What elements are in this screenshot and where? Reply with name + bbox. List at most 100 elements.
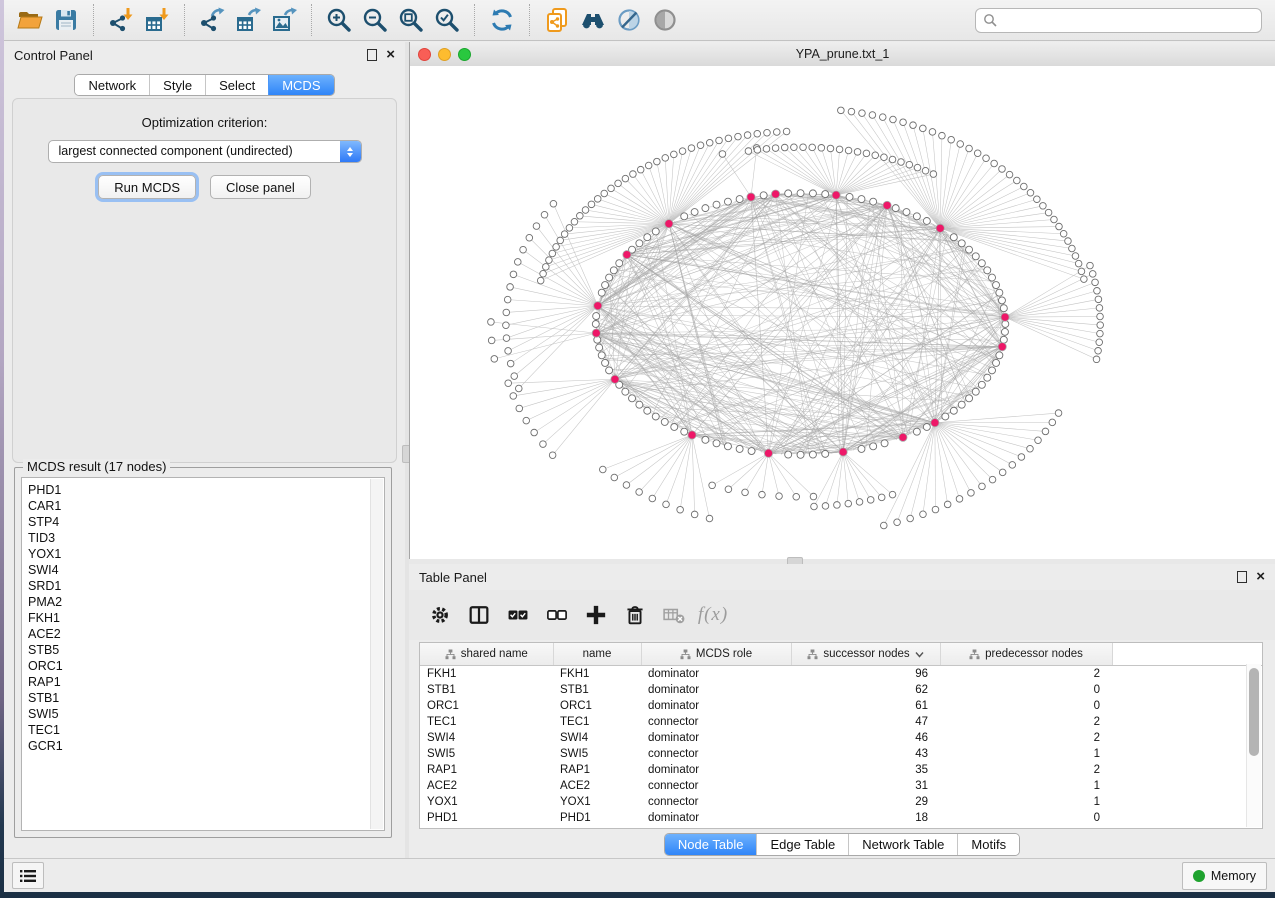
- mcds-result-item[interactable]: STP4: [22, 514, 384, 530]
- show-columns-icon[interactable]: [464, 601, 494, 629]
- table-row[interactable]: ACE2ACE2connector311: [420, 778, 1262, 794]
- tab-edge-table[interactable]: Edge Table: [756, 834, 848, 855]
- mcds-result-item[interactable]: PHD1: [22, 482, 384, 498]
- status-list-button[interactable]: [12, 862, 44, 889]
- optimization-criterion-dropdown[interactable]: largest connected component (undirected): [48, 140, 362, 163]
- tab-select[interactable]: Select: [205, 75, 268, 95]
- search-input[interactable]: [997, 12, 1261, 28]
- mcds-result-item[interactable]: TID3: [22, 530, 384, 546]
- zoom-fit-icon[interactable]: [393, 4, 429, 36]
- mcds-hub-node[interactable]: [771, 190, 779, 198]
- table-row[interactable]: ORC1ORC1dominator610: [420, 698, 1262, 714]
- table-settings-icon[interactable]: [425, 601, 455, 629]
- mcds-hub-node[interactable]: [839, 448, 847, 456]
- table-scrollbar[interactable]: [1246, 664, 1261, 827]
- column-header[interactable]: MCDS role: [641, 643, 791, 666]
- export-image-icon[interactable]: [266, 4, 302, 36]
- mcds-result-item[interactable]: ORC1: [22, 658, 384, 674]
- mcds-hub-node[interactable]: [611, 375, 619, 383]
- export-network-icon[interactable]: [194, 4, 230, 36]
- open-icon[interactable]: [12, 4, 48, 36]
- zoom-in-icon[interactable]: [321, 4, 357, 36]
- mcds-hub-node[interactable]: [931, 419, 939, 427]
- mcds-result-item[interactable]: STB1: [22, 690, 384, 706]
- table-row[interactable]: SWI5SWI5connector431: [420, 746, 1262, 762]
- close-panel-button[interactable]: Close panel: [210, 175, 311, 199]
- network-canvas[interactable]: [410, 66, 1275, 559]
- mcds-hub-node[interactable]: [665, 220, 673, 228]
- mcds-hub-node[interactable]: [592, 329, 600, 337]
- mcds-result-item[interactable]: TEC1: [22, 722, 384, 738]
- mcds-hub-node[interactable]: [1001, 313, 1009, 321]
- export-table-icon[interactable]: [230, 4, 266, 36]
- table-row[interactable]: TEC1TEC1connector472: [420, 714, 1262, 730]
- mcds-hub-node[interactable]: [832, 191, 840, 199]
- window-maximize-icon[interactable]: [458, 48, 471, 61]
- show-all-icon[interactable]: [647, 4, 683, 36]
- deselect-all-icon[interactable]: [542, 601, 572, 629]
- column-header[interactable]: successor nodes: [791, 643, 940, 666]
- save-icon[interactable]: [48, 4, 84, 36]
- find-icon[interactable]: [575, 4, 611, 36]
- run-mcds-button[interactable]: Run MCDS: [98, 175, 196, 199]
- mcds-result-item[interactable]: SWI5: [22, 706, 384, 722]
- mcds-result-item[interactable]: RAP1: [22, 674, 384, 690]
- mcds-hub-node[interactable]: [688, 431, 696, 439]
- import-network-icon[interactable]: [103, 4, 139, 36]
- table-row[interactable]: FKH1FKH1dominator962: [420, 666, 1262, 683]
- mcds-result-item[interactable]: PMA2: [22, 594, 384, 610]
- mcds-result-list[interactable]: PHD1CAR1STP4TID3YOX1SWI4SRD1PMA2FKH1ACE2…: [21, 477, 385, 831]
- window-minimize-icon[interactable]: [438, 48, 451, 61]
- mcds-hub-node[interactable]: [899, 433, 907, 441]
- float-table-panel-icon[interactable]: [1237, 571, 1247, 583]
- tab-network-table[interactable]: Network Table: [848, 834, 957, 855]
- table-row[interactable]: YOX1YOX1connector291: [420, 794, 1262, 810]
- mcds-hub-node[interactable]: [936, 224, 944, 232]
- mcds-hub-node[interactable]: [594, 302, 602, 310]
- table-row[interactable]: RAP1RAP1dominator352: [420, 762, 1262, 778]
- tab-mcds[interactable]: MCDS: [268, 75, 333, 95]
- mcds-result-item[interactable]: FKH1: [22, 610, 384, 626]
- mcds-hub-node[interactable]: [764, 449, 772, 457]
- zoom-selected-icon[interactable]: [429, 4, 465, 36]
- mcds-hub-node[interactable]: [623, 251, 631, 259]
- select-all-icon[interactable]: [503, 601, 533, 629]
- column-header[interactable]: name: [553, 643, 641, 666]
- memory-button[interactable]: Memory: [1182, 862, 1267, 890]
- mcds-result-item[interactable]: YOX1: [22, 546, 384, 562]
- search-box[interactable]: [975, 8, 1262, 33]
- table-scrollbar-thumb[interactable]: [1249, 668, 1259, 756]
- mcds-result-item[interactable]: SRD1: [22, 578, 384, 594]
- table-row[interactable]: PHD1PHD1dominator180: [420, 810, 1262, 826]
- import-table-icon[interactable]: [139, 4, 175, 36]
- close-table-panel-icon[interactable]: ×: [1256, 571, 1265, 583]
- window-close-icon[interactable]: [418, 48, 431, 61]
- mcds-hub-node[interactable]: [883, 201, 891, 209]
- mcds-result-item[interactable]: SWI4: [22, 562, 384, 578]
- tab-node-table[interactable]: Node Table: [665, 834, 757, 855]
- mcds-result-item[interactable]: GCR1: [22, 738, 384, 754]
- refresh-icon[interactable]: [484, 4, 520, 36]
- tab-motifs[interactable]: Motifs: [957, 834, 1019, 855]
- clone-network-icon[interactable]: [539, 4, 575, 36]
- tab-network[interactable]: Network: [75, 75, 149, 95]
- mcds-result-item[interactable]: STB5: [22, 642, 384, 658]
- close-panel-icon[interactable]: ×: [386, 49, 395, 61]
- mcds-result-item[interactable]: ACE2: [22, 626, 384, 642]
- zoom-out-icon[interactable]: [357, 4, 393, 36]
- hide-selected-icon[interactable]: [611, 4, 647, 36]
- tab-style[interactable]: Style: [149, 75, 205, 95]
- delete-icon[interactable]: [620, 601, 650, 629]
- float-panel-icon[interactable]: [367, 49, 377, 61]
- table-cell-filler: [1112, 794, 1262, 810]
- network-graph[interactable]: [410, 66, 1275, 559]
- add-row-icon[interactable]: [581, 601, 611, 629]
- table-row[interactable]: SWI4SWI4dominator462: [420, 730, 1262, 746]
- mcds-result-item[interactable]: CAR1: [22, 498, 384, 514]
- table-row[interactable]: STB1STB1dominator620: [420, 682, 1262, 698]
- mcds-list-scrollbar[interactable]: [370, 479, 383, 829]
- column-header[interactable]: shared name: [420, 643, 553, 666]
- mcds-hub-node[interactable]: [998, 343, 1006, 351]
- mcds-hub-node[interactable]: [747, 193, 755, 201]
- column-header[interactable]: predecessor nodes: [940, 643, 1112, 666]
